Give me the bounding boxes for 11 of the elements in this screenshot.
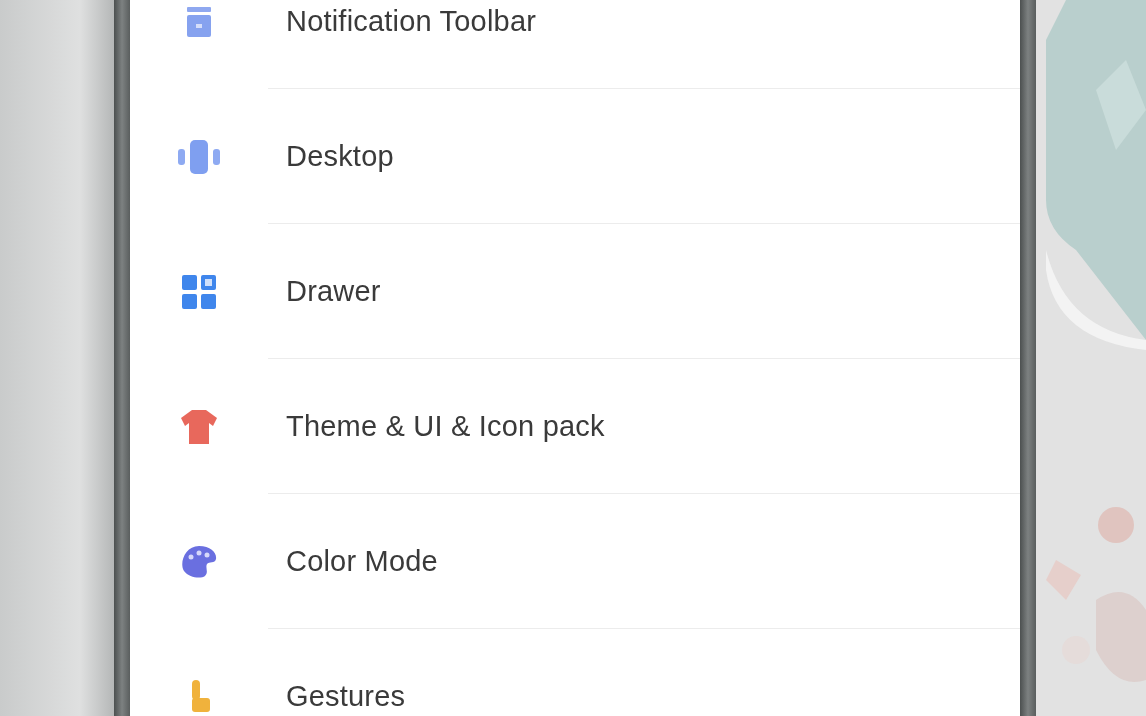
settings-item[interactable]: Drawer [286, 274, 381, 308]
settings-item[interactable]: Color Mode [286, 544, 438, 578]
settings-item[interactable]: Desktop [286, 139, 394, 173]
palette-icon [181, 545, 217, 578]
settings-item[interactable]: Theme & UI & Icon pack [286, 409, 605, 443]
toolbar-icon [186, 6, 212, 37]
settings-item[interactable]: Notification Toolbar [286, 4, 537, 38]
grid-icon [182, 274, 216, 309]
shirt-icon [181, 409, 217, 444]
settings-item[interactable]: Gestures [286, 680, 406, 713]
phones-icon [178, 139, 220, 174]
